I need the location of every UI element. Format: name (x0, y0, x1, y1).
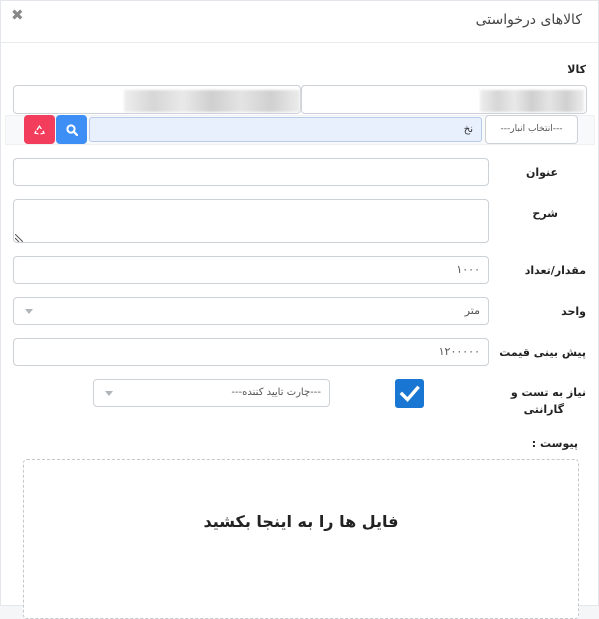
recycle-icon (34, 124, 45, 134)
title-input[interactable] (13, 158, 489, 186)
warehouse-select[interactable]: ---انتخاب انبار--- (485, 115, 578, 144)
quantity-input[interactable]: ۱۰۰۰ (13, 256, 489, 284)
description-textarea[interactable] (13, 199, 489, 243)
title-label: عنوان (525, 166, 558, 179)
search-button[interactable] (56, 115, 87, 144)
chart-chevron-down-icon (105, 391, 113, 396)
resize-handle-icon[interactable] (15, 234, 23, 242)
search-icon (65, 123, 78, 136)
approver-chart-select[interactable]: ---چارت تایید کننده--- (93, 379, 330, 407)
attachment-label: پیوست : (531, 437, 578, 450)
description-label: شرح (532, 207, 558, 220)
modal-header: ✖ کالاهای درخواستی (1, 1, 598, 43)
dropzone-text: فایل ها را به اینجا بکشید (203, 512, 399, 531)
test-warranty-checkbox[interactable] (395, 379, 424, 408)
unit-chevron-down-icon (25, 309, 33, 314)
kala-name-redacted (124, 90, 300, 112)
kala-name-field[interactable] (13, 85, 301, 114)
quantity-label: مقدار/تعداد (524, 264, 586, 277)
test-label-line2: گارانتی (523, 403, 564, 416)
kala-label: کالا (567, 63, 586, 76)
file-dropzone[interactable]: فایل ها را به اینجا بکشید (23, 459, 579, 619)
kala-code-redacted (480, 90, 584, 112)
modal-dialog: ✖ کالاهای درخواستی کالا ---انتخاب انبار-… (0, 0, 599, 619)
modal-title: کالاهای درخواستی (475, 12, 582, 28)
price-label: پیش بینی قیمت (499, 346, 586, 359)
recycle-button[interactable] (24, 115, 55, 144)
price-input[interactable]: ۱۲۰۰۰۰۰ (13, 338, 489, 366)
close-icon[interactable]: ✖ (11, 6, 24, 24)
unit-select[interactable]: متر (13, 297, 489, 325)
kala-code-field[interactable] (301, 85, 587, 114)
checkmark-icon (399, 385, 420, 402)
test-label-line1: نیاز به تست و (510, 386, 586, 399)
warehouse-search-input[interactable]: نخ (89, 117, 482, 142)
unit-label: واحد (561, 305, 586, 318)
